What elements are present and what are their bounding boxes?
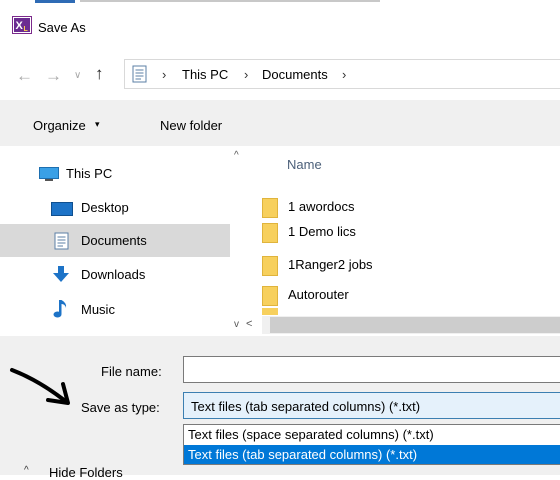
folder-icon [262,223,278,243]
organize-dropdown-caret-icon[interactable]: ▾ [95,119,100,130]
folder-icon [262,198,278,218]
nav-item-label: This PC [66,166,113,181]
monitor-icon [39,167,59,184]
folder-icon [262,256,278,276]
hide-folders-button[interactable]: Hide Folders [49,465,123,480]
nav-item-documents[interactable]: Documents [0,224,230,257]
nav-scroll-down-icon[interactable]: v [234,319,239,330]
column-header-name[interactable]: Name [287,157,322,172]
breadcrumb-separator[interactable]: › [342,67,346,82]
scroll-left-icon[interactable]: < [246,318,252,330]
folder-icon [262,286,278,306]
up-arrow-icon[interactable]: ↑ [95,64,104,84]
nav-item-this-pc[interactable]: This PC [0,157,230,190]
list-item[interactable]: 1 Demo lics [262,219,560,245]
excel-app-icon: X L [12,16,32,34]
recent-locations-chevron-icon[interactable]: ∨ [74,70,81,81]
documents-location-icon [132,65,147,83]
nav-item-label: Music [81,302,115,317]
forward-arrow-icon[interactable]: → [45,66,62,86]
svg-text:X: X [16,20,24,32]
organize-button[interactable]: Organize [33,118,86,133]
dropdown-option-tab-separated[interactable]: Text files (tab separated columns) (*.tx… [188,447,417,462]
nav-item-desktop[interactable]: Desktop [0,191,230,224]
music-note-icon [53,299,69,322]
svg-text:L: L [24,26,29,33]
file-name: 1 Demo lics [288,224,356,239]
nav-item-downloads[interactable]: Downloads [0,258,230,291]
annotation-arrow-icon [10,368,70,405]
folder-icon [262,308,278,315]
nav-scroll-up-icon[interactable]: ^ [234,150,239,161]
file-name-label: File name: [101,364,162,379]
file-name: 1 awordocs [288,199,355,214]
list-item[interactable]: 1Ranger2 jobs [262,252,560,278]
dropdown-option-space-separated[interactable]: Text files (space separated columns) (*.… [188,427,434,442]
nav-item-label: Downloads [81,267,146,282]
documents-icon [54,232,69,253]
back-arrow-icon[interactable]: ← [16,66,33,86]
nav-item-label: Documents [81,233,147,248]
hide-folders-caret-icon[interactable]: ^ [24,465,29,476]
save-as-type-label: Save as type: [81,400,160,415]
breadcrumb-separator[interactable]: › [244,67,248,82]
file-name: 1Ranger2 jobs [288,257,373,272]
nav-item-label: Desktop [81,200,129,215]
new-folder-button[interactable]: New folder [160,118,222,133]
download-arrow-icon [52,265,70,286]
window-title: Save As [38,20,86,35]
save-as-type-value: Text files (tab separated columns) (*.tx… [191,399,421,414]
breadcrumb-separator[interactable]: › [162,67,166,82]
desktop-icon [51,202,73,219]
file-name: Autorouter [288,287,349,302]
horizontal-scroll-thumb[interactable] [270,317,560,333]
background-window-strip [0,0,560,8]
file-name-input[interactable] [183,356,560,383]
breadcrumb-documents[interactable]: Documents [262,67,328,82]
nav-item-music[interactable]: Music [0,293,230,326]
list-item[interactable]: Autorouter [262,282,560,308]
breadcrumb-this-pc[interactable]: This PC [182,67,228,82]
list-item[interactable]: 1 awordocs [262,194,560,220]
